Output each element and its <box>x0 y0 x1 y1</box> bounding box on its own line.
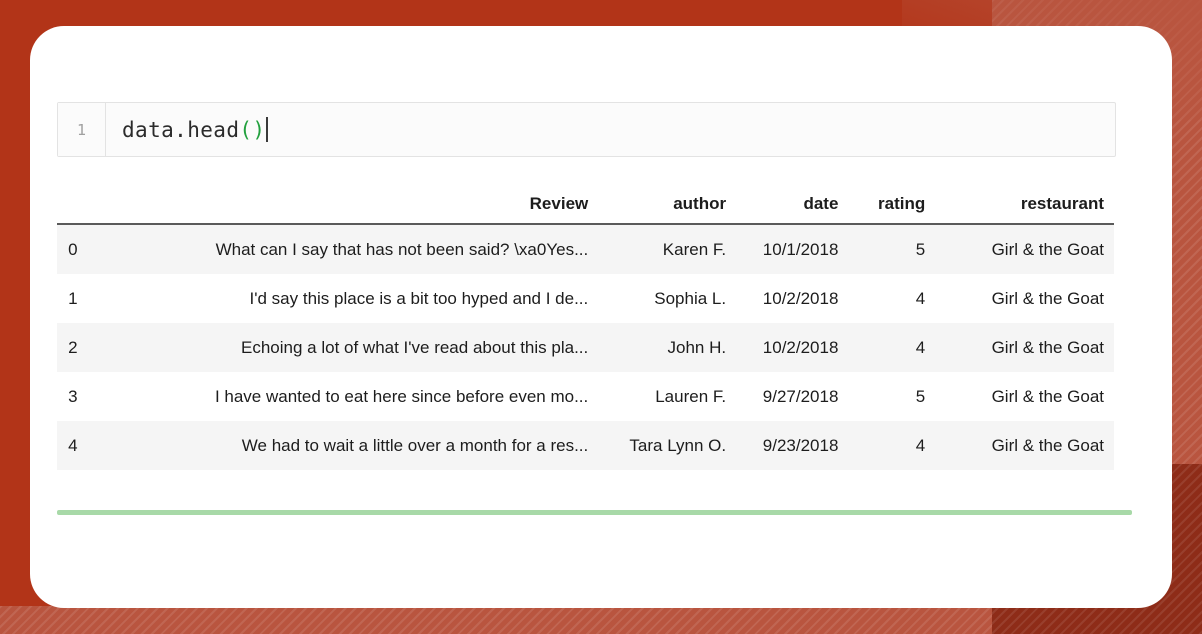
cell-restaurant: Girl & the Goat <box>935 274 1114 323</box>
row-index: 0 <box>57 224 88 274</box>
column-header-index <box>57 184 88 225</box>
code-token-expression: data.head <box>122 117 240 142</box>
code-token-parentheses: () <box>239 117 266 142</box>
cell-review: I'd say this place is a bit too hyped an… <box>87 274 599 323</box>
code-cell[interactable]: 1 data.head() <box>57 102 1116 157</box>
row-index: 2 <box>57 323 88 372</box>
cell-author: Tara Lynn O. <box>598 421 737 470</box>
code-input[interactable]: data.head() <box>106 103 1115 156</box>
dataframe-header: Review author date rating restaurant <box>57 184 1114 225</box>
row-index: 3 <box>57 372 88 421</box>
cell-date: 10/2/2018 <box>736 274 849 323</box>
cell-restaurant: Girl & the Goat <box>935 224 1114 274</box>
cell-review: Echoing a lot of what I've read about th… <box>87 323 599 372</box>
row-index: 1 <box>57 274 88 323</box>
cell-restaurant: Girl & the Goat <box>935 421 1114 470</box>
text-caret <box>266 117 269 142</box>
cell-author: Karen F. <box>598 224 737 274</box>
cell-review: I have wanted to eat here since before e… <box>87 372 599 421</box>
cell-review: We had to wait a little over a month for… <box>87 421 599 470</box>
dataframe-table: Review author date rating restaurant 0 W… <box>57 184 1114 470</box>
cell-restaurant: Girl & the Goat <box>935 372 1114 421</box>
column-header-restaurant: restaurant <box>935 184 1114 225</box>
column-header-date: date <box>736 184 849 225</box>
cell-rating: 5 <box>848 372 936 421</box>
cell-date: 9/27/2018 <box>736 372 849 421</box>
table-row: 0 What can I say that has not been said?… <box>57 224 1114 274</box>
cell-review: What can I say that has not been said? \… <box>87 224 599 274</box>
row-index: 4 <box>57 421 88 470</box>
cell-author: Sophia L. <box>598 274 737 323</box>
cell-author: Lauren F. <box>598 372 737 421</box>
cell-restaurant: Girl & the Goat <box>935 323 1114 372</box>
cell-rating: 4 <box>848 274 936 323</box>
table-row: 1 I'd say this place is a bit too hyped … <box>57 274 1114 323</box>
table-header-row: Review author date rating restaurant <box>57 184 1114 225</box>
code-line-number: 1 <box>58 103 106 156</box>
notebook-card: 1 data.head() Review author date rating <box>30 26 1172 608</box>
cell-rating: 5 <box>848 224 936 274</box>
cell-rating: 4 <box>848 323 936 372</box>
table-row: 4 We had to wait a little over a month f… <box>57 421 1114 470</box>
table-row: 2 Echoing a lot of what I've read about … <box>57 323 1114 372</box>
cell-date: 10/2/2018 <box>736 323 849 372</box>
column-header-author: author <box>598 184 737 225</box>
cell-rating: 4 <box>848 421 936 470</box>
dataframe-output: Review author date rating restaurant 0 W… <box>57 184 1114 470</box>
column-header-rating: rating <box>848 184 936 225</box>
green-separator-rule <box>57 510 1132 515</box>
table-row: 3 I have wanted to eat here since before… <box>57 372 1114 421</box>
cell-date: 9/23/2018 <box>736 421 849 470</box>
dataframe-body: 0 What can I say that has not been said?… <box>57 224 1114 470</box>
cell-author: John H. <box>598 323 737 372</box>
column-header-review: Review <box>87 184 599 225</box>
cell-date: 10/1/2018 <box>736 224 849 274</box>
